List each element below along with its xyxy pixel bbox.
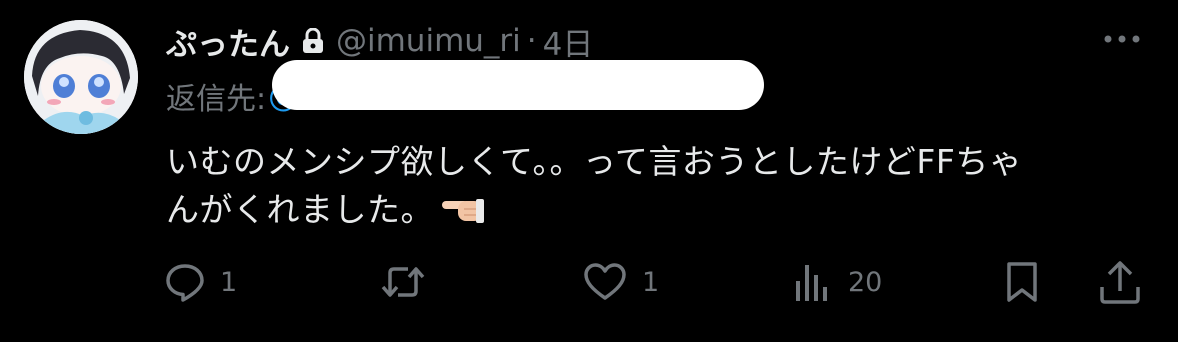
bookmark-icon <box>1007 262 1037 302</box>
post-header: ぷったん @imuimu_ri · 4日 <box>166 19 594 64</box>
user-handle[interactable]: @imuimu_ri <box>336 23 521 59</box>
pointing-right-emoji-icon <box>440 190 486 238</box>
timestamp[interactable]: 4日 <box>543 19 594 64</box>
post-text-line-2: んがくれました。 <box>166 186 1146 238</box>
post-text: いむのメンシプ欲しくて。。って言おうとしたけどFFちゃ んがくれました。 <box>166 138 1146 238</box>
share-icon <box>1100 261 1140 304</box>
repost-icon <box>381 267 425 297</box>
reply-count: 1 <box>220 266 238 298</box>
more-options-button[interactable] <box>1098 26 1146 52</box>
lock-icon <box>302 28 324 54</box>
views-icon <box>796 265 827 301</box>
reply-button[interactable]: 1 <box>164 254 237 310</box>
display-name[interactable]: ぷったん <box>166 19 290 64</box>
reply-icon <box>166 264 204 302</box>
share-button[interactable] <box>1098 254 1142 310</box>
like-button[interactable]: 1 <box>582 254 659 310</box>
views-button[interactable]: 20 <box>794 254 882 310</box>
avatar[interactable] <box>24 20 138 134</box>
separator-dot: · <box>526 23 537 59</box>
bookmark-button[interactable] <box>1002 254 1042 310</box>
like-count: 1 <box>642 266 660 298</box>
more-icon <box>1104 35 1140 43</box>
views-count: 20 <box>848 266 883 298</box>
redaction-overlay <box>272 60 764 110</box>
post-text-line-2-text: んがくれました。 <box>166 190 434 229</box>
reply-label: 返信先: <box>166 82 267 117</box>
heart-icon <box>584 263 626 300</box>
action-bar: 1 1 20 <box>0 254 1178 310</box>
avatar-illustration <box>24 20 138 134</box>
post-text-line-1: いむのメンシプ欲しくて。。って言おうとしたけどFFちゃ <box>166 142 1023 181</box>
repost-button[interactable] <box>380 254 440 310</box>
